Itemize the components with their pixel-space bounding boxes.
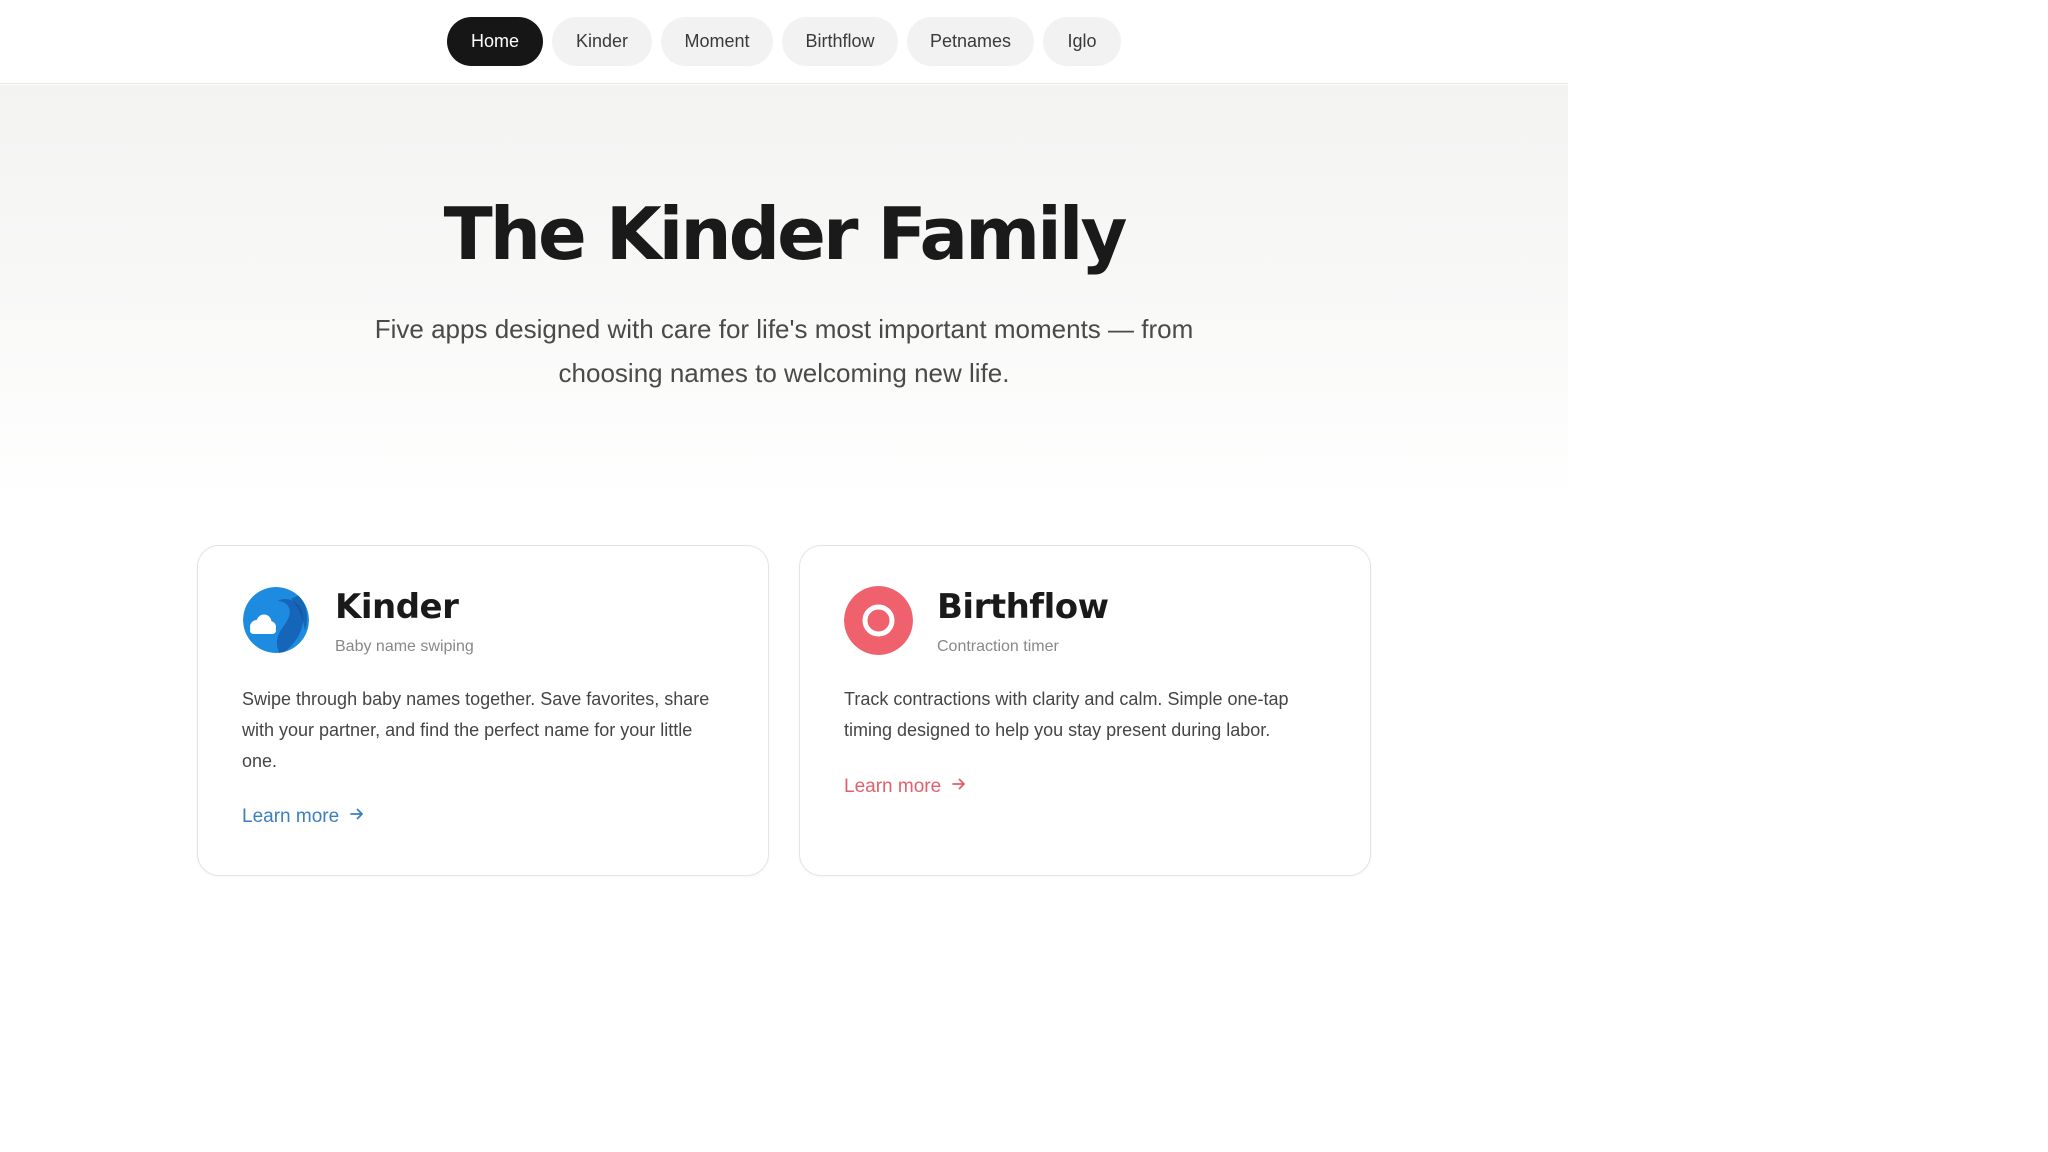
- arrow-right-icon: [349, 804, 365, 830]
- card-subtitle: Contraction timer: [937, 638, 1059, 655]
- card-description: Swipe through baby names together. Save …: [242, 689, 710, 771]
- card-description: Track contractions with clarity and calm…: [844, 689, 1289, 740]
- app-card-birthflow: Birthflow Contraction timer Track contra…: [799, 545, 1371, 876]
- learn-more-link-birthflow[interactable]: Learn more: [844, 774, 967, 800]
- nav-tab-birthflow[interactable]: Birthflow: [782, 17, 898, 66]
- card-title: Kinder: [335, 587, 459, 627]
- learn-more-label: Learn more: [844, 776, 942, 797]
- nav-tab-moment[interactable]: Moment: [661, 17, 773, 66]
- nav-tab-iglo[interactable]: Iglo: [1043, 17, 1121, 66]
- birthflow-app-icon: [844, 586, 913, 655]
- card-title: Birthflow: [937, 587, 1109, 627]
- card-subtitle: Baby name swiping: [335, 638, 474, 655]
- arrow-right-icon: [951, 774, 967, 800]
- nav-tab-petnames[interactable]: Petnames: [907, 17, 1034, 66]
- top-navigation: Home Kinder Moment Birthflow Petnames Ig…: [0, 0, 1568, 84]
- learn-more-link-kinder[interactable]: Learn more: [242, 804, 365, 830]
- page-title: The Kinder Family: [443, 192, 1128, 276]
- nav-tab-kinder[interactable]: Kinder: [552, 17, 652, 66]
- kinder-app-icon: [243, 587, 309, 653]
- learn-more-label: Learn more: [242, 806, 340, 827]
- app-card-kinder: Kinder Baby name swiping Swipe through b…: [197, 545, 769, 876]
- hero-subtitle: Five apps designed with care for life's …: [374, 314, 1194, 388]
- nav-tab-home[interactable]: Home: [447, 17, 543, 66]
